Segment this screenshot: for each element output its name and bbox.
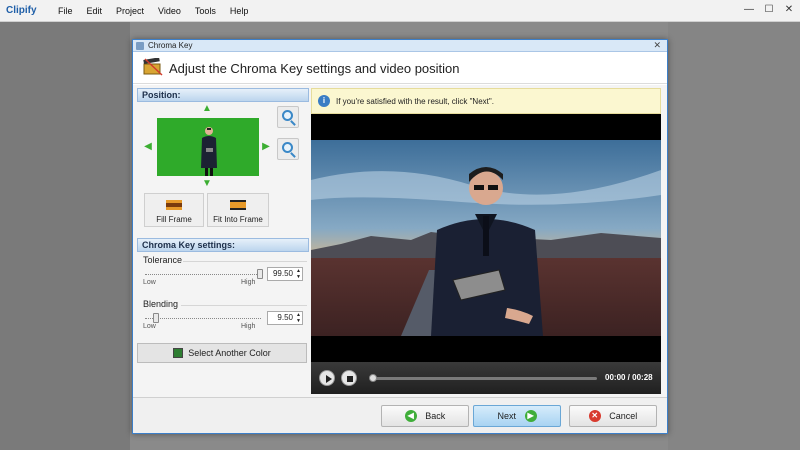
tolerance-high-label: High: [241, 279, 256, 286]
zoom-out-button[interactable]: [277, 138, 299, 160]
app-right-panel: [668, 22, 800, 450]
clapperboard-icon: [143, 58, 163, 76]
blending-slider-thumb[interactable]: [153, 313, 160, 323]
info-icon: i: [318, 95, 330, 107]
info-text: If you're satisfied with the result, cli…: [336, 97, 494, 106]
fill-frame-label: Fill Frame: [156, 215, 192, 224]
dialog-header: Adjust the Chroma Key settings and video…: [133, 52, 667, 84]
move-right-arrow-icon[interactable]: ▶: [261, 142, 271, 152]
maximize-icon[interactable]: ☐: [762, 4, 776, 16]
app-logo: Clipify: [6, 5, 37, 16]
fit-into-frame-button[interactable]: Fit Into Frame: [207, 193, 269, 227]
app-titlebar: Clipify File Edit Project Video Tools He…: [0, 0, 800, 22]
dialog-body: Position: ▲ ◀ ▶ ▼ Fill Frame Fit Into Fr…: [133, 85, 667, 397]
play-icon: [326, 375, 332, 383]
tolerance-low-label: Low: [143, 279, 156, 286]
position-section-title: Position:: [137, 88, 309, 102]
move-down-arrow-icon[interactable]: ▼: [202, 179, 212, 189]
tolerance-slider-track[interactable]: [145, 274, 261, 275]
playback-controls: 00:00 / 00:28: [311, 362, 661, 394]
stop-button[interactable]: [341, 370, 357, 386]
back-arrow-icon: ◀: [404, 409, 417, 422]
tolerance-slider-thumb[interactable]: [257, 269, 264, 279]
color-swatch-icon: [173, 347, 184, 358]
tolerance-value: 99.50: [272, 269, 293, 278]
blending-spinbox[interactable]: 9.50 ▲ ▼: [267, 311, 303, 325]
dialog-title: Chroma Key: [148, 41, 193, 50]
video-preview[interactable]: [311, 114, 661, 362]
play-button[interactable]: [319, 370, 335, 386]
dialog-close-icon[interactable]: ✕: [653, 40, 661, 51]
seek-knob[interactable]: [369, 374, 377, 382]
back-button[interactable]: ◀ Back: [381, 405, 469, 427]
tolerance-label: Tolerance: [143, 255, 183, 265]
dialog-footer: ◀ Back Next ▶ ✕ Cancel: [133, 397, 667, 433]
chroma-key-icon: [136, 42, 144, 50]
chroma-settings: Tolerance Low High 99.50 ▲ ▼ Blending Low…: [137, 252, 309, 372]
settings-panel: Position: ▲ ◀ ▶ ▼ Fill Frame Fit Into Fr…: [137, 88, 309, 394]
zoom-in-button[interactable]: [277, 106, 299, 128]
stop-icon: [347, 376, 353, 382]
spin-arrows-icon[interactable]: ▲ ▼: [296, 312, 301, 324]
blending-value: 9.50: [277, 313, 293, 322]
presenter-thumbnail-figure: [201, 127, 217, 176]
blending-slider-track[interactable]: [145, 318, 261, 319]
menu-help[interactable]: Help: [230, 6, 249, 16]
back-label: Back: [425, 411, 446, 421]
next-arrow-icon: ▶: [524, 409, 537, 422]
dialog-titlebar: Chroma Key ✕: [133, 40, 667, 52]
dialog-heading: Adjust the Chroma Key settings and video…: [169, 61, 460, 76]
next-label: Next: [497, 411, 516, 421]
select-color-label: Select Another Color: [188, 348, 271, 358]
cancel-button[interactable]: ✕ Cancel: [569, 405, 657, 427]
tolerance-spinbox[interactable]: 99.50 ▲ ▼: [267, 267, 303, 281]
cancel-label: Cancel: [609, 411, 638, 421]
cancel-icon: ✕: [588, 409, 601, 422]
move-up-arrow-icon[interactable]: ▲: [202, 104, 212, 114]
chroma-key-dialog: Chroma Key ✕ Adjust the Chroma Key setti…: [132, 39, 668, 434]
select-color-button[interactable]: Select Another Color: [137, 343, 307, 363]
move-left-arrow-icon[interactable]: ◀: [143, 142, 153, 152]
close-icon[interactable]: ✕: [782, 4, 796, 16]
app-left-panel: [0, 22, 130, 450]
menu-project[interactable]: Project: [116, 6, 144, 16]
chroma-section-title: Chroma Key settings:: [137, 238, 309, 252]
menu-video[interactable]: Video: [158, 6, 181, 16]
next-button[interactable]: Next ▶: [473, 405, 561, 427]
menu-tools[interactable]: Tools: [195, 6, 216, 16]
time-display: 00:00 / 00:28: [605, 373, 653, 382]
spin-arrows-icon[interactable]: ▲ ▼: [296, 268, 301, 280]
blending-high-label: High: [241, 323, 256, 330]
blending-low-label: Low: [143, 323, 156, 330]
video-frame-image: [311, 140, 661, 336]
fill-frame-button[interactable]: Fill Frame: [144, 193, 204, 227]
fit-into-frame-icon: [230, 200, 246, 210]
minimize-icon[interactable]: —: [742, 4, 756, 16]
blending-divider: [181, 305, 307, 306]
blending-label: Blending: [143, 299, 179, 309]
fit-into-frame-label: Fit Into Frame: [213, 215, 263, 224]
tolerance-divider: [183, 261, 307, 262]
info-bar: i If you're satisfied with the result, c…: [311, 88, 661, 114]
fill-frame-icon: [166, 200, 182, 210]
menu-bar: File Edit Project Video Tools Help: [58, 6, 262, 16]
position-area: ▲ ◀ ▶ ▼ Fill Frame Fit Into Frame: [137, 102, 309, 232]
menu-file[interactable]: File: [58, 6, 73, 16]
seek-bar[interactable]: [369, 374, 597, 382]
menu-edit[interactable]: Edit: [87, 6, 103, 16]
preview-panel: i If you're satisfied with the result, c…: [311, 88, 661, 394]
position-thumbnail[interactable]: [157, 118, 259, 176]
